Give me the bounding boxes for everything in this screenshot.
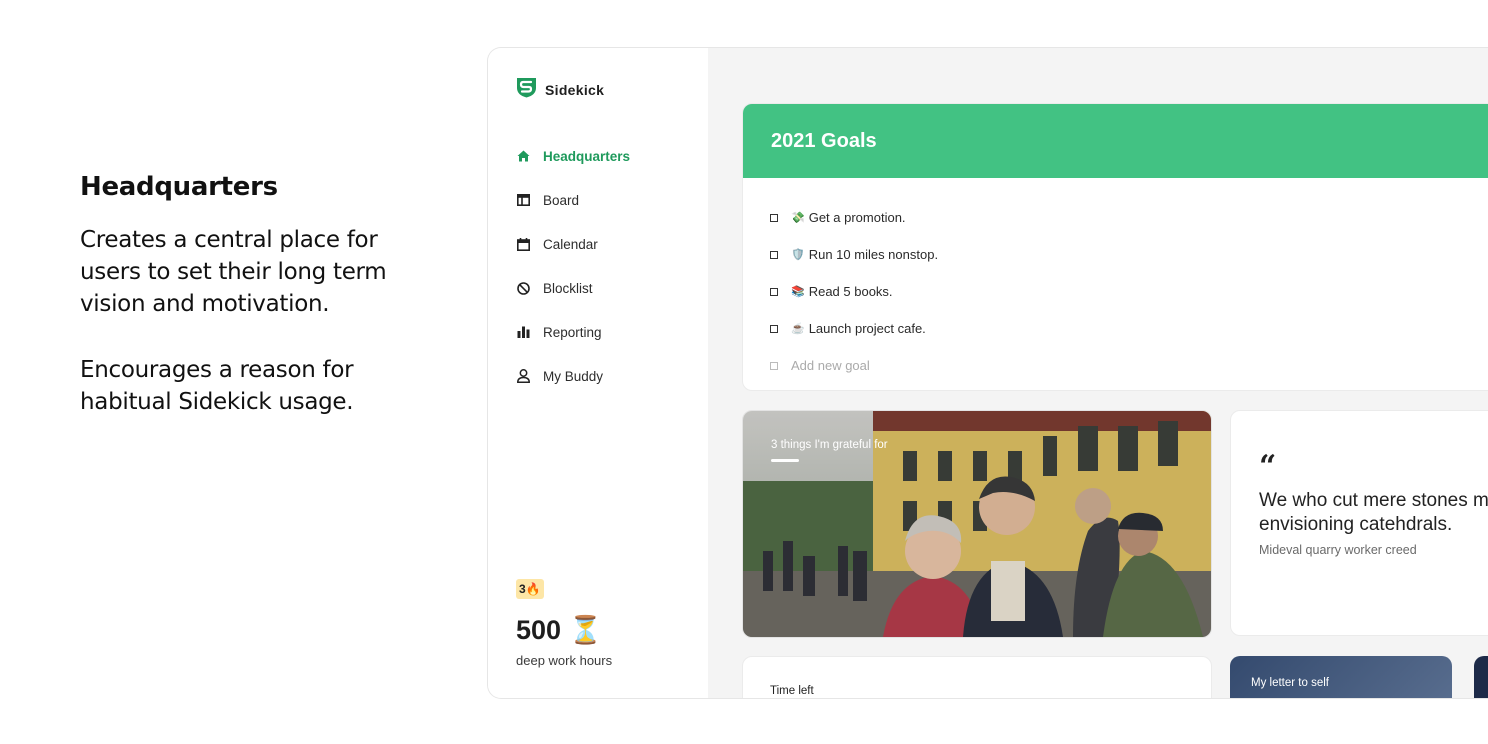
gratitude-photo-card[interactable]: 3 things I'm grateful for [742,410,1212,638]
quote-card: “ We who cut mere stones must always be … [1230,410,1488,636]
goal-item[interactable]: 📚 Read 5 books. [770,273,1488,310]
label-underline [771,459,799,462]
sidebar-item-board[interactable]: Board [516,178,696,222]
deep-work-hours-value: 500 ⏳ [516,615,603,645]
main-content: 2021 Goals 💸 Get a promotion. 🛡️ Run 10 … [708,48,1488,698]
quote-author: Mideval quarry worker creed [1259,543,1417,557]
sidebar-item-headquarters[interactable]: Headquarters [516,134,696,178]
next-card[interactable] [1474,656,1488,698]
sidebar-item-label: Board [543,192,580,208]
checkbox[interactable] [770,213,778,222]
sidebar-item-label: Calendar [543,236,598,252]
books-icon: 📚 [791,286,805,298]
goal-item[interactable]: ☕ Launch project cafe. [770,310,1488,347]
goal-list: 💸 Get a promotion. 🛡️ Run 10 miles nonst… [743,178,1488,384]
quote-line-2: envisioning catehdrals. [1259,514,1453,535]
board-icon [516,193,530,207]
gratitude-label: 3 things I'm grateful for [771,439,888,451]
calendar-icon [516,237,530,251]
block-icon [516,281,530,295]
feature-paragraph-2: Encourages a reason for habitual Sidekic… [80,357,354,415]
sidebar-item-calendar[interactable]: Calendar [516,222,696,266]
checkbox[interactable] [770,250,778,259]
feature-heading: Headquarters [80,172,278,202]
home-icon [516,149,530,163]
sidebar-item-label: Blocklist [543,280,593,296]
money-icon: 💸 [791,212,805,224]
checkbox [770,361,778,370]
brand[interactable]: Sidekick [516,76,604,103]
goal-text: Run 10 miles nonstop. [808,247,939,262]
deep-work-hours-label: deep work hours [516,653,613,668]
goal-text: Get a promotion. [808,210,906,225]
add-goal-placeholder: Add new goal [791,358,870,373]
sidebar-item-my-buddy[interactable]: My Buddy [516,354,696,398]
sidebar-nav: Headquarters Board Calendar Blocklist Re… [516,134,696,398]
goal-text: Launch project cafe. [808,321,926,336]
sidebar-item-label: Reporting [543,324,602,340]
letter-label: My letter to self [1251,677,1329,689]
coffee-icon: ☕ [791,323,805,335]
feature-description: Headquarters Creates a central place for… [80,172,420,452]
app-window: Sidekick Headquarters Board Calendar Blo… [487,47,1488,699]
sidebar-item-label: Headquarters [543,148,631,164]
goals-title: 2021 Goals [743,104,1488,178]
goal-item[interactable]: 💸 Get a promotion. [770,199,1488,236]
user-icon [516,369,530,383]
shield-icon: 🛡️ [791,249,805,261]
letter-to-self-card[interactable]: My letter to self [1230,656,1452,698]
sidekick-logo-icon [516,76,537,103]
brand-name: Sidekick [545,81,605,98]
sidebar-item-reporting[interactable]: Reporting [516,310,696,354]
goal-item[interactable]: 🛡️ Run 10 miles nonstop. [770,236,1488,273]
quote-mark-icon: “ [1259,449,1277,484]
checkbox[interactable] [770,324,778,333]
add-goal-input[interactable]: Add new goal [770,347,1488,384]
goal-text: Read 5 books. [808,284,893,299]
checkbox[interactable] [770,287,778,296]
feature-paragraph-1: Creates a central place for users to set… [80,227,387,317]
sidebar-item-label: My Buddy [543,368,604,384]
sidebar-item-blocklist[interactable]: Blocklist [516,266,696,310]
goals-card: 2021 Goals 💸 Get a promotion. 🛡️ Run 10 … [742,103,1488,391]
streak-badge: 3🔥 [516,579,544,599]
time-left-card: Time left [742,656,1212,698]
sidebar: Sidekick Headquarters Board Calendar Blo… [488,48,708,698]
time-left-label: Time left [770,685,814,697]
bar-chart-icon [516,325,530,339]
quote-text: We who cut mere stones must always be en… [1259,489,1488,537]
quote-line-1: We who cut mere stones must always be [1259,490,1488,511]
